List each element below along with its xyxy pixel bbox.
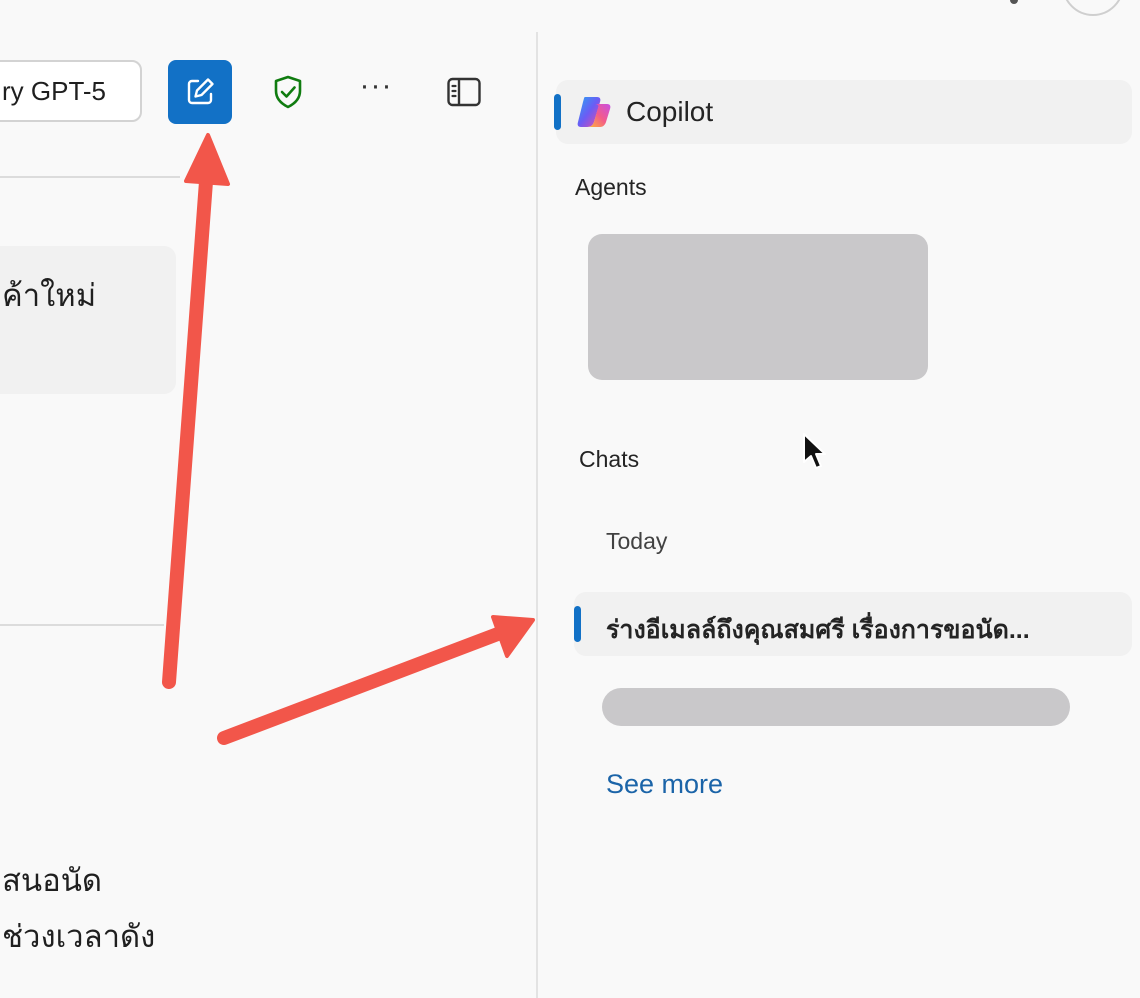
response-text-line: ช่วงเวลาดัง: [2, 919, 156, 954]
divider: [0, 176, 180, 178]
mouse-cursor-icon: [803, 433, 826, 469]
more-options-button[interactable]: ···: [344, 60, 408, 124]
privacy-shield-button[interactable]: [256, 60, 320, 124]
suggestion-text: ค้าใหม่: [2, 278, 97, 313]
response-text-line: สนอนัด: [2, 863, 103, 898]
try-model-label: ry GPT-5: [2, 76, 107, 106]
sidebar-item-label: Copilot: [626, 96, 714, 127]
new-chat-button[interactable]: [168, 60, 232, 124]
topbar-dot-icon: [1010, 0, 1018, 4]
copilot-window: ry GPT-5 ··· ค้าใหม่ สนอนัด ช่วงเวลาดัง: [0, 0, 1140, 998]
copilot-logo-icon: [577, 97, 611, 127]
agents-heading: Agents: [575, 174, 647, 200]
avatar[interactable]: [1062, 0, 1124, 16]
suggestion-card[interactable]: [0, 246, 176, 394]
active-indicator: [554, 94, 561, 130]
divider: [0, 624, 164, 626]
compose-icon: [187, 78, 214, 105]
shield-check-icon: [274, 75, 302, 109]
chat-group-label: Today: [606, 528, 668, 554]
more-icon: ···: [359, 69, 393, 102]
agent-card[interactable]: [588, 234, 928, 380]
see-more-link[interactable]: See more: [606, 769, 723, 800]
chats-heading: Chats: [579, 446, 640, 472]
active-indicator: [574, 606, 581, 642]
chat-list-item-placeholder[interactable]: [602, 688, 1070, 726]
chat-title: ร่างอีเมลล์ถึงคุณสมศรี เรื่องการขอนัด...: [606, 616, 1030, 644]
sidebar-toggle-button[interactable]: [432, 60, 496, 124]
arrow-to-chat-item-icon: [217, 615, 535, 745]
sidebar-toggle-icon: [447, 77, 481, 107]
arrow-to-new-chat-icon: [162, 133, 230, 689]
try-model-button[interactable]: ry GPT-5: [0, 60, 142, 122]
